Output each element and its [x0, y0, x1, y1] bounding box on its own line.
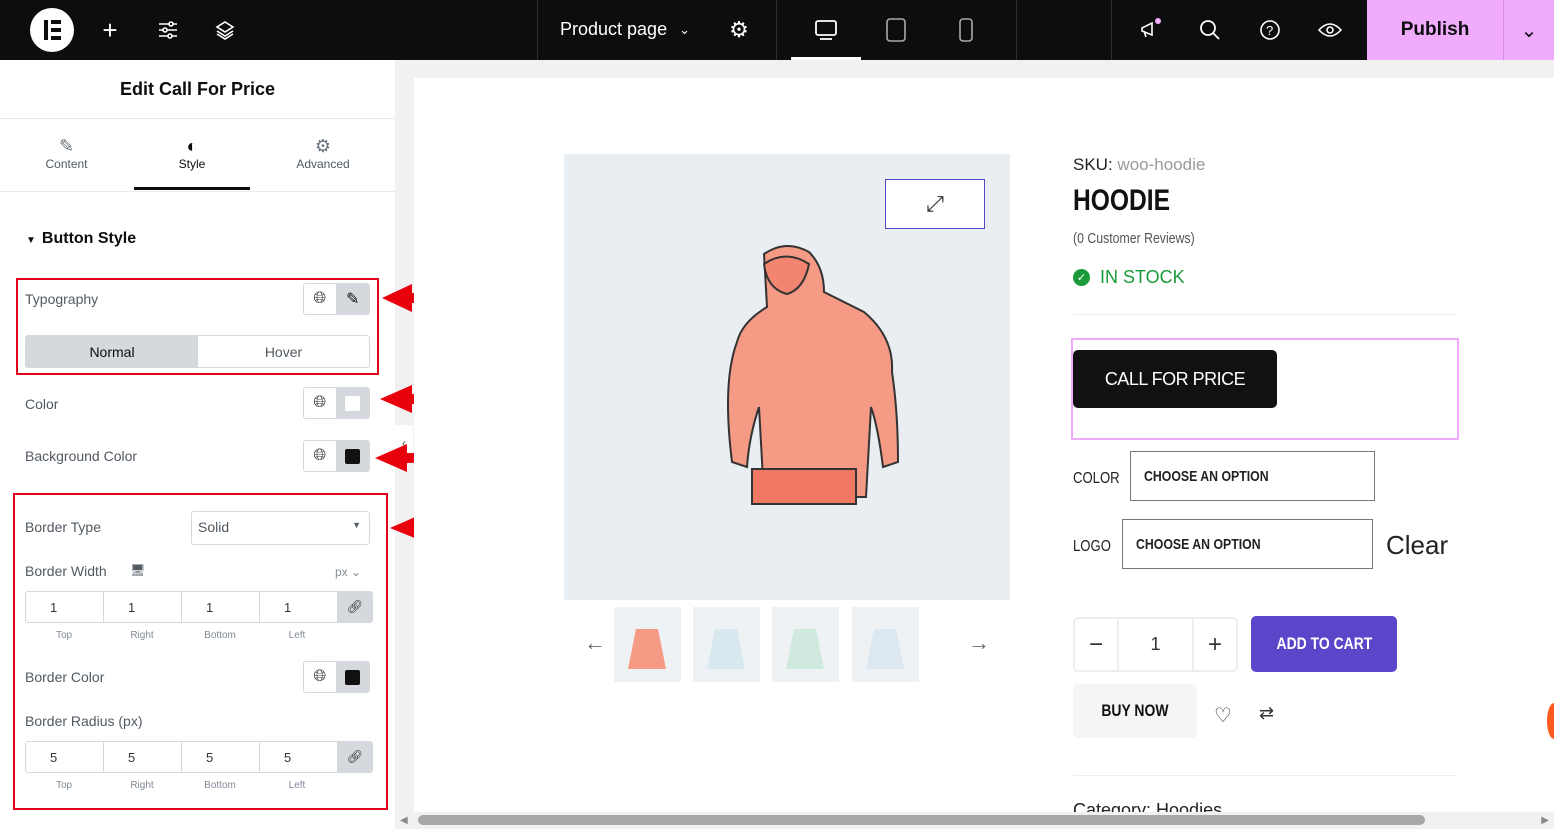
color-label: Color: [25, 396, 59, 412]
preview-eye-icon[interactable]: [1315, 15, 1345, 45]
call-for-price-button[interactable]: CALL FOR PRICE: [1073, 350, 1277, 408]
section-title: Button Style: [41, 230, 137, 247]
page-name: Product page: [560, 19, 668, 39]
tab-label: Content: [45, 157, 88, 171]
mobile-icon[interactable]: [951, 15, 981, 45]
arrow-left-icon[interactable]: ←: [584, 630, 606, 656]
quantity-input[interactable]: 1: [1119, 619, 1194, 670]
clear-link[interactable]: Clear: [1386, 530, 1448, 561]
active-device-indicator: [791, 57, 861, 60]
caret-down-icon: ▼: [26, 235, 36, 246]
product-title: HOODIE: [1073, 184, 1171, 217]
page-selector[interactable]: Product page ⌄: [560, 19, 690, 40]
logo-attr-label: LOGO: [1073, 538, 1111, 555]
arrow-right-icon[interactable]: →: [968, 630, 990, 656]
compare-icon[interactable]: ⇄: [1259, 703, 1274, 724]
fullscreen-expand-icon[interactable]: ⤢: [885, 179, 985, 229]
background-color-label: Background Color: [25, 448, 138, 464]
chevron-down-icon: ⌄: [679, 22, 690, 37]
panel-title: Edit Call For Price: [0, 60, 395, 119]
quantity-stepper: − 1 +: [1073, 617, 1238, 672]
top-bar: + Product page ⌄ ⚙ ? Publish ⌄: [0, 0, 1554, 60]
publish-options-chevron-icon[interactable]: ⌄: [1503, 0, 1554, 60]
annotation-box-1: [16, 278, 379, 375]
tab-style[interactable]: ◐ Style: [134, 120, 250, 190]
page-settings-gear-icon[interactable]: ⚙: [724, 15, 754, 45]
desktop-icon[interactable]: [811, 15, 841, 45]
scrollbar-thumb[interactable]: [418, 815, 1425, 825]
background-color-control[interactable]: 🌐︎: [303, 440, 370, 472]
minus-icon[interactable]: −: [1075, 619, 1119, 670]
buy-now-button[interactable]: BUY NOW: [1073, 684, 1197, 738]
tab-advanced[interactable]: ⚙ Advanced: [258, 120, 388, 190]
thumbnail-4[interactable]: [852, 607, 919, 682]
product-image[interactable]: ⤢: [564, 154, 1010, 600]
stock-status: ✓ IN STOCK: [1073, 267, 1185, 288]
tablet-icon[interactable]: [881, 15, 911, 45]
color-attr-label: COLOR: [1073, 470, 1120, 487]
thumbnail-2[interactable]: [693, 607, 760, 682]
reviews-link[interactable]: (0 Customer Reviews): [1073, 230, 1221, 247]
tab-content[interactable]: ✎ Content: [0, 120, 133, 190]
thumbnail-3[interactable]: [772, 607, 839, 682]
color-swatch[interactable]: [336, 388, 369, 418]
layers-icon[interactable]: [210, 15, 240, 45]
globe-icon[interactable]: 🌐︎: [304, 388, 337, 418]
add-to-cart-button[interactable]: ADD TO CART: [1251, 616, 1397, 672]
contrast-icon: ◐: [186, 136, 198, 156]
sku: SKU: woo-hoodie: [1073, 155, 1206, 174]
help-icon[interactable]: ?: [1255, 15, 1285, 45]
sku-value: woo-hoodie: [1117, 155, 1206, 174]
color-control[interactable]: 🌐︎: [303, 387, 370, 419]
wishlist-heart-icon[interactable]: ♡: [1214, 703, 1232, 728]
logo-select[interactable]: CHOOSE AN OPTION: [1122, 519, 1373, 569]
horizontal-scrollbar[interactable]: ◀ ▶: [395, 812, 1554, 829]
thumbnail-1[interactable]: [614, 607, 681, 682]
annotation-box-4: [13, 493, 388, 810]
search-icon[interactable]: [1195, 15, 1225, 45]
tab-label: Advanced: [296, 157, 350, 171]
floating-widget-button[interactable]: [1547, 703, 1554, 739]
add-icon[interactable]: +: [95, 15, 125, 45]
section-button-style[interactable]: ▼ Button Style: [26, 230, 136, 248]
svg-text:?: ?: [1266, 23, 1273, 38]
publish-button[interactable]: Publish: [1367, 0, 1503, 60]
elementor-logo-icon[interactable]: [30, 8, 74, 52]
plus-icon[interactable]: +: [1194, 619, 1236, 670]
gear-icon: ⚙: [314, 136, 332, 156]
settings-sliders-icon[interactable]: [153, 15, 183, 45]
check-circle-icon: ✓: [1073, 269, 1090, 286]
globe-icon[interactable]: 🌐︎: [304, 441, 337, 471]
color-select[interactable]: CHOOSE AN OPTION: [1130, 451, 1375, 501]
pencil-icon: ✎: [58, 136, 75, 156]
notifications-megaphone-icon[interactable]: [1135, 15, 1165, 45]
background-color-swatch[interactable]: [336, 441, 369, 471]
tab-label: Style: [178, 157, 206, 171]
